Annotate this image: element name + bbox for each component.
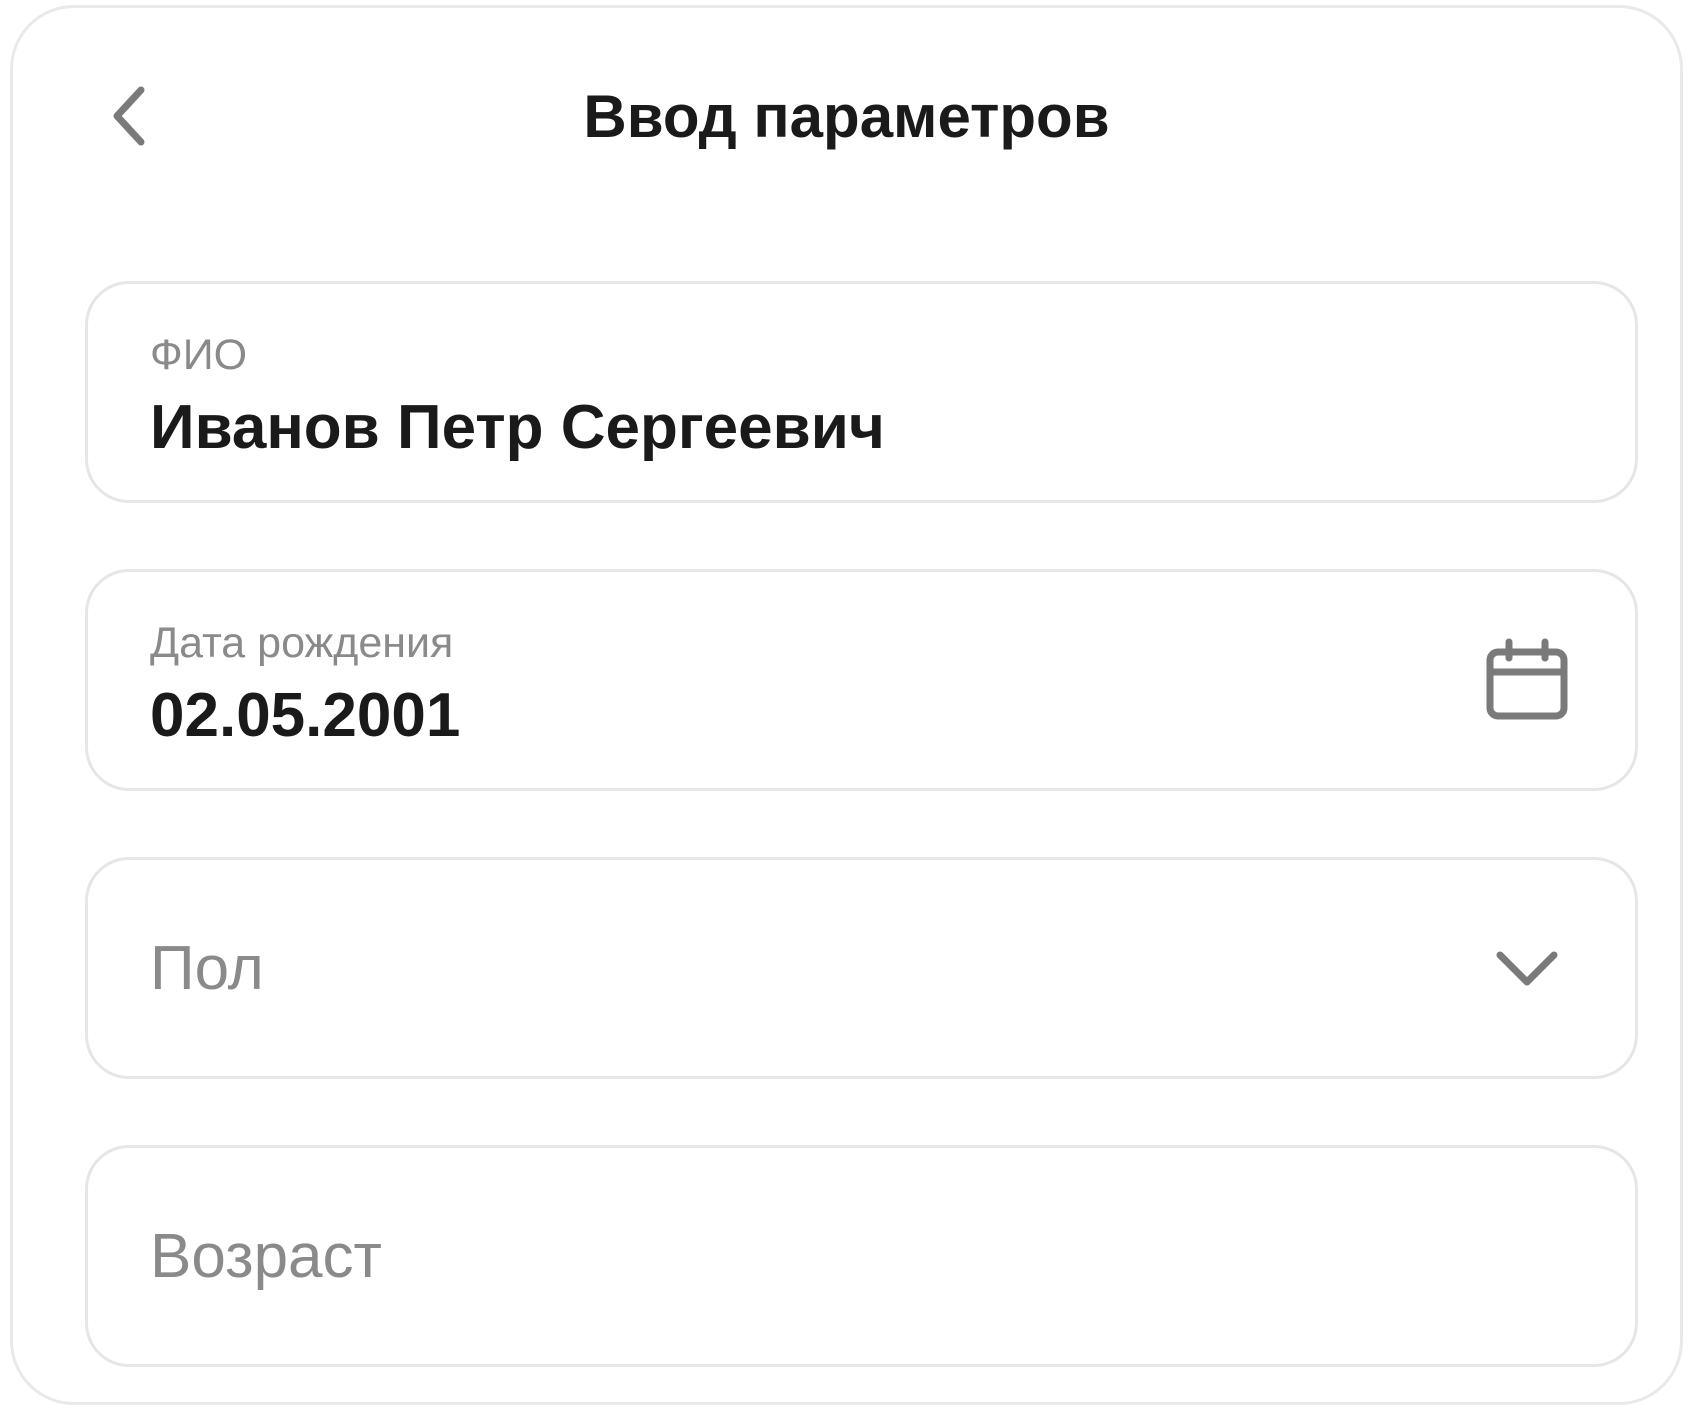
full-name-value[interactable]: Иванов Петр Сергеевич (150, 390, 885, 466)
birth-date-label: Дата рождения (150, 619, 454, 667)
calendar-button[interactable] (1485, 638, 1569, 722)
full-name-field[interactable]: ФИО Иванов Петр Сергеевич (85, 281, 1638, 503)
gender-placeholder: Пол (150, 933, 264, 1003)
birth-date-value[interactable]: 02.05.2001 (150, 678, 460, 754)
age-field[interactable]: Возраст (85, 1145, 1638, 1367)
gender-dropdown-toggle[interactable] (1485, 926, 1569, 1010)
age-placeholder: Возраст (150, 1221, 382, 1291)
calendar-icon (1486, 638, 1568, 720)
page-title: Ввод параметров (583, 83, 1110, 150)
screen-card: Ввод параметров ФИО Иванов Петр Сергееви… (10, 5, 1683, 1405)
chevron-down-icon (1496, 951, 1558, 986)
full-name-label: ФИО (150, 331, 248, 379)
gender-select[interactable]: Пол (85, 857, 1638, 1079)
birth-date-field[interactable]: Дата рождения 02.05.2001 (85, 569, 1638, 791)
